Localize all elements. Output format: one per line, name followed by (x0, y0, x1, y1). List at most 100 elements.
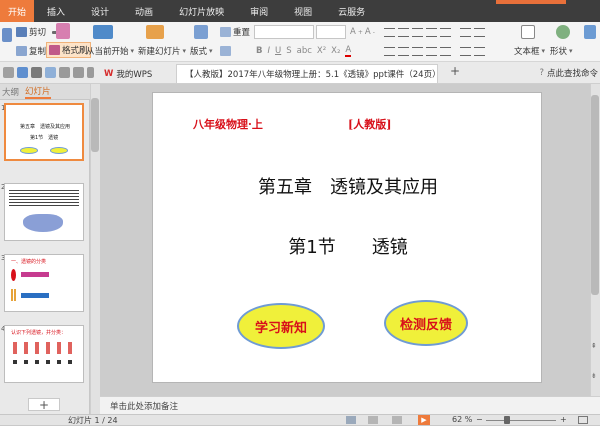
menu-insert[interactable]: 插入 (34, 0, 78, 22)
from-current-label: 从当前开始 (86, 47, 129, 57)
indent-increase-icon[interactable] (426, 28, 437, 37)
underline-icon[interactable]: U (275, 46, 281, 56)
brush-icon (49, 45, 60, 55)
fit-window-icon[interactable] (578, 416, 588, 424)
align-center-icon[interactable] (398, 47, 409, 56)
customize-icon[interactable] (87, 67, 94, 78)
command-search[interactable]: ? 点此查找命令 (539, 67, 598, 79)
distribute-icon[interactable] (440, 47, 451, 56)
font-family-select[interactable] (254, 25, 314, 39)
zoom-in-icon[interactable]: + (560, 415, 567, 424)
italic-icon[interactable]: I (267, 46, 270, 56)
thumb-lens-image (23, 214, 63, 232)
home-tab[interactable]: W 我的WPS (104, 65, 152, 82)
play-from-current-icon[interactable] (93, 25, 113, 39)
strike-icon[interactable]: abc (297, 46, 312, 56)
new-slide-icon[interactable] (146, 25, 164, 39)
font-size-select[interactable] (316, 25, 346, 39)
menu-home[interactable]: 开始 (0, 0, 35, 22)
thumbnail-scroll-thumb[interactable] (91, 98, 99, 152)
slide-thumbnail-4[interactable]: 认识下列透镜，并分类： (4, 325, 84, 383)
columns-icon[interactable] (474, 28, 485, 37)
zoom-slider-track[interactable] (486, 420, 556, 421)
from-current-button[interactable]: 从当前开始 ▾ (84, 43, 136, 59)
slides-tab[interactable]: 幻灯片 (25, 85, 51, 99)
bold-icon[interactable]: B (256, 46, 262, 56)
learn-new-button[interactable]: 学习新知 (237, 303, 325, 349)
check-feedback-button[interactable]: 检测反馈 (384, 300, 468, 346)
textbox-icon[interactable] (521, 25, 535, 39)
outline-tab[interactable]: 大纲 (2, 86, 19, 98)
paste-icon[interactable] (2, 28, 12, 42)
shape-label: 形状 (550, 47, 568, 57)
chevron-down-icon: ▾ (209, 47, 213, 55)
new-tab-icon[interactable]: + (450, 64, 460, 78)
menu-design[interactable]: 设计 (78, 0, 122, 22)
chevron-down-icon: ▾ (182, 47, 187, 55)
superscript-icon[interactable]: X² (317, 46, 326, 56)
font-style-row[interactable]: B I U S abc X² X₂ A (254, 43, 353, 59)
number-list-icon[interactable] (398, 28, 409, 37)
preview-icon[interactable] (45, 67, 56, 78)
slide-thumbnail-1[interactable]: 第五章 透镜及其应用 第1节 透镜 (4, 103, 84, 161)
indent-decrease-icon[interactable] (412, 28, 423, 37)
thumb-chapter: 第五章 透镜及其应用 (20, 124, 71, 130)
slide[interactable]: 八年级物理·上 [人教版] 第五章 透镜及其应用 第1节 透镜 学习新知 检测反… (152, 92, 542, 383)
menu-cloud[interactable]: 云服务 (325, 0, 378, 22)
sorter-view-icon[interactable] (368, 416, 378, 424)
slide-thumbnail-3[interactable]: 一、透镜的分类 (4, 254, 84, 312)
textbox-label: 文本框 (514, 47, 540, 57)
shadow-icon[interactable]: S (286, 46, 291, 56)
zoom-out-icon[interactable]: − (476, 415, 483, 424)
shape-icon[interactable] (556, 25, 570, 39)
notes-pane[interactable]: 单击此处添加备注 (100, 396, 600, 414)
next-slide-icon[interactable]: ⇟ (591, 372, 597, 380)
subscript-icon[interactable]: X₂ (331, 46, 340, 56)
menu-view[interactable]: 视图 (281, 0, 325, 22)
copy-icon (16, 46, 27, 56)
chevron-down-icon: ▾ (569, 47, 573, 55)
prev-slide-icon[interactable]: ⇞ (591, 342, 597, 350)
reset-button[interactable]: 重置 (218, 24, 252, 40)
thumb-section: 第1节 透镜 (30, 135, 59, 141)
menu-animation[interactable]: 动画 (122, 0, 166, 22)
font-grow-shrink[interactable]: A + A- (348, 24, 377, 40)
bullet-list-icon[interactable] (384, 28, 395, 37)
align-right-icon[interactable] (412, 47, 423, 56)
menu-icon[interactable] (3, 67, 14, 78)
new-slide-label: 新建幻灯片 (138, 47, 181, 57)
slide-scroll-thumb[interactable] (591, 95, 599, 295)
cut-button[interactable]: 剪切 (14, 24, 48, 40)
picture-icon[interactable] (584, 25, 596, 39)
valign-icon[interactable] (460, 47, 471, 56)
text-direction-icon[interactable] (460, 28, 471, 37)
smartart-icon[interactable] (474, 47, 485, 56)
slide-thumbnail-2[interactable] (4, 183, 84, 241)
textbox-button[interactable]: 文本框 ▾ (512, 43, 547, 59)
zoom-slider-knob[interactable] (503, 416, 510, 424)
reading-view-icon[interactable] (392, 416, 402, 424)
home-tab-label: 我的WPS (116, 69, 153, 80)
play-slideshow-icon[interactable]: ▶ (418, 415, 430, 425)
redo-icon[interactable] (73, 67, 84, 78)
shape-button[interactable]: 形状 ▾ (548, 43, 575, 59)
slide-section-title: 第1节 透镜 (288, 237, 408, 258)
document-tab[interactable]: 【人教版】2017年八年级物理上册：5.1《透镜》ppt课件（24页）.ppt (176, 64, 438, 83)
add-slide-button[interactable]: + (28, 398, 60, 412)
layout-button[interactable]: 版式 ▾ (188, 43, 215, 59)
align-justify-icon[interactable] (426, 47, 437, 56)
font-color-icon[interactable]: A (345, 45, 352, 57)
window-accent (496, 0, 566, 4)
line-spacing-icon[interactable] (440, 28, 451, 37)
save-icon[interactable] (17, 67, 28, 78)
new-slide-button[interactable]: 新建幻灯片 ▾ (136, 43, 188, 59)
menu-review[interactable]: 审阅 (237, 0, 281, 22)
section-button[interactable] (218, 43, 233, 59)
print-icon[interactable] (31, 67, 42, 78)
layout-icon[interactable] (194, 25, 208, 39)
copy-button[interactable]: 复制 (14, 43, 48, 59)
align-left-icon[interactable] (384, 47, 395, 56)
menu-slideshow[interactable]: 幻灯片放映 (166, 0, 237, 22)
undo-icon[interactable] (59, 67, 70, 78)
normal-view-icon[interactable] (346, 416, 356, 424)
